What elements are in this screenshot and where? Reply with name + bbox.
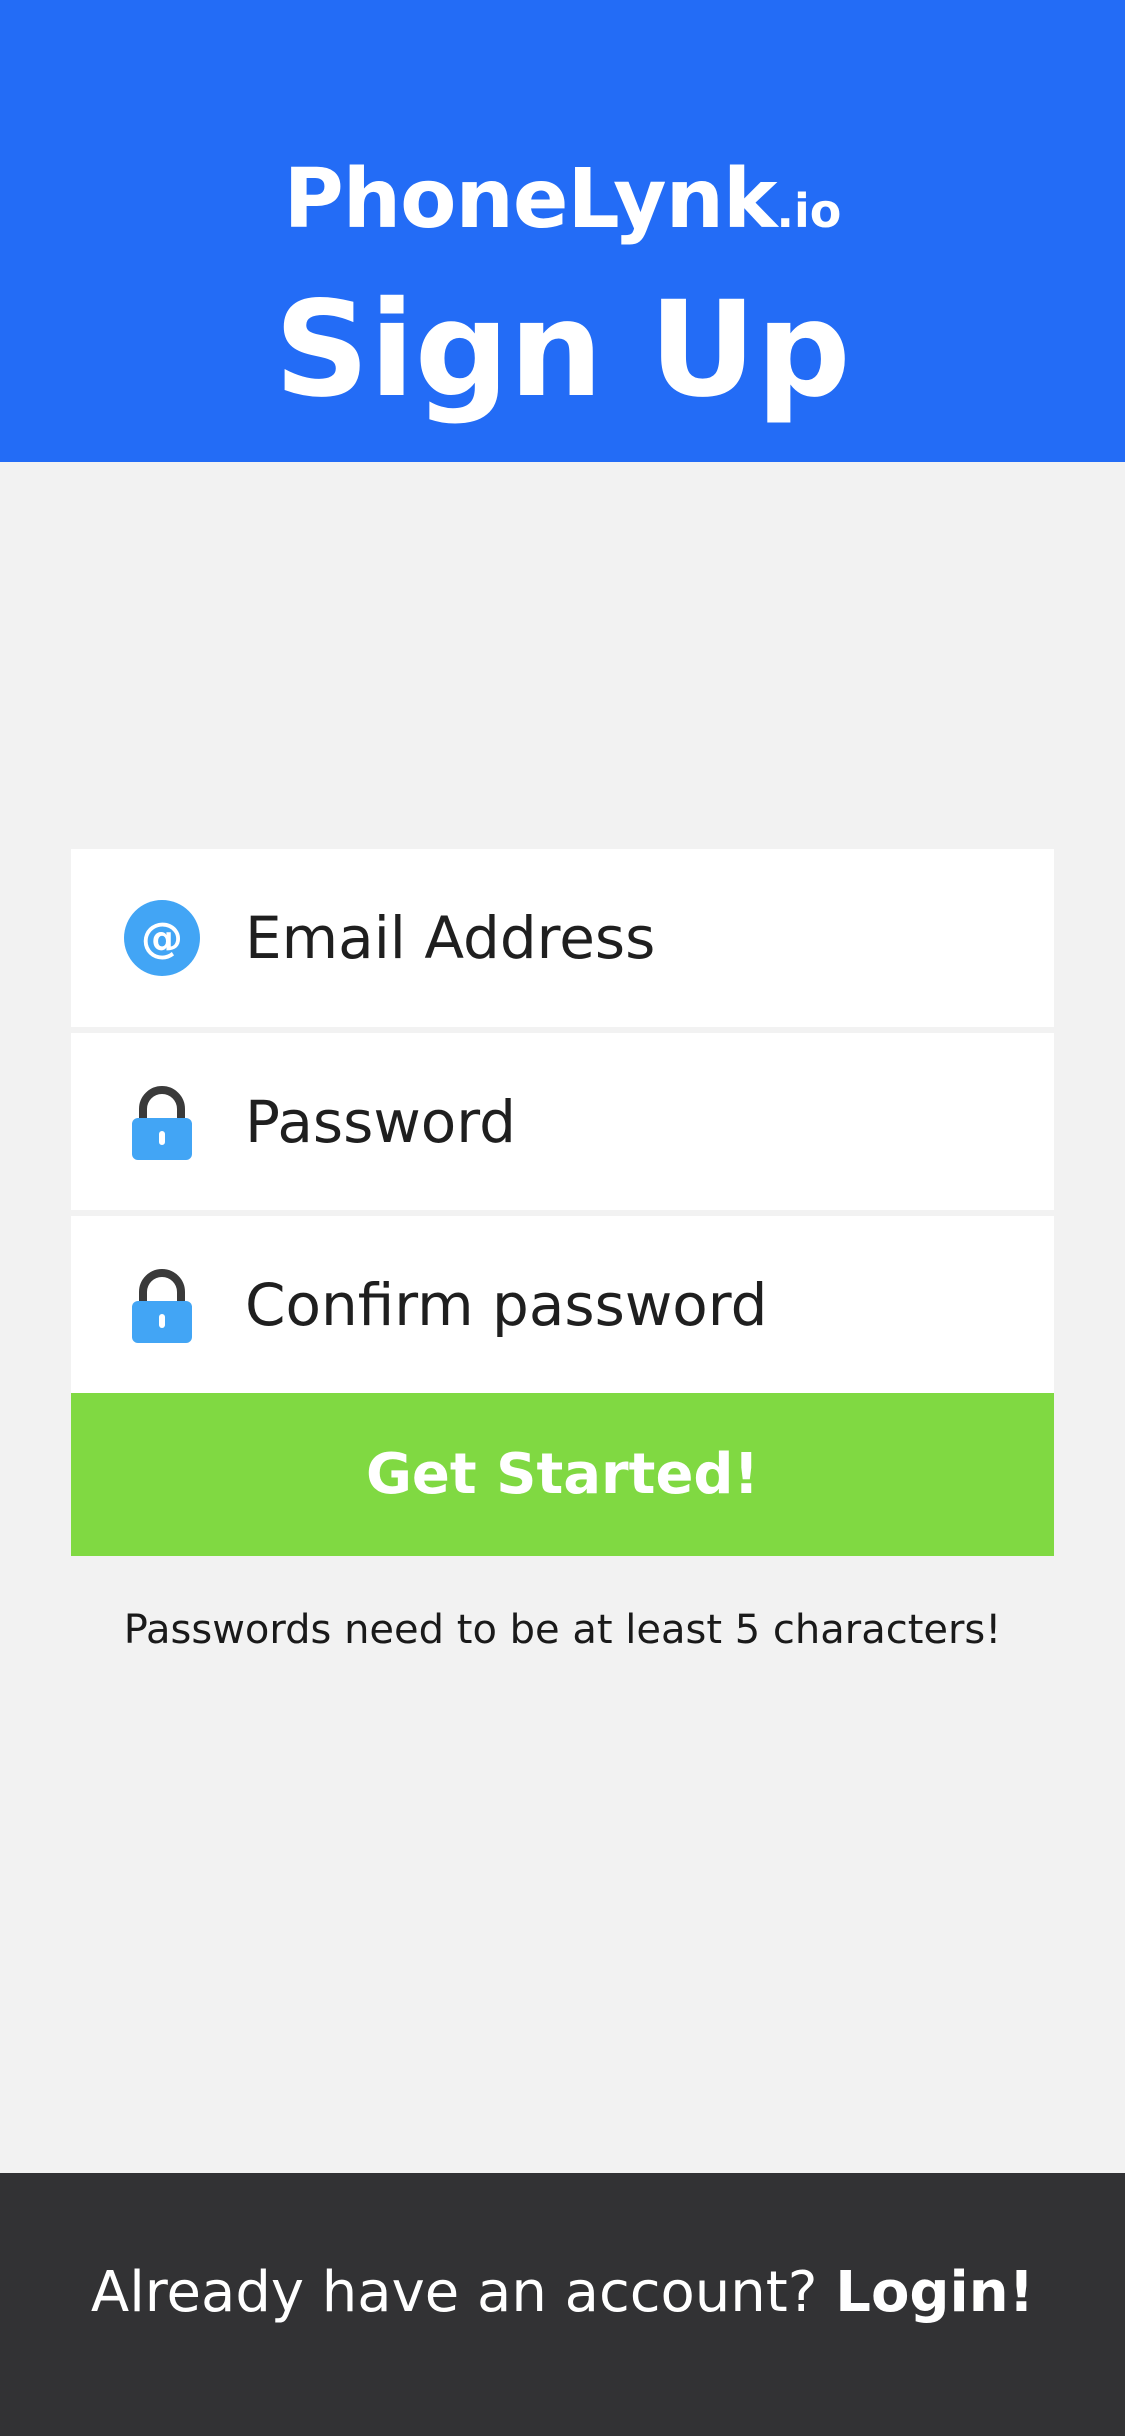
confirm-password-field[interactable] bbox=[71, 1216, 1054, 1393]
login-prompt: Already have an account? bbox=[90, 2260, 818, 2325]
footer-text: Already have an account? Login! bbox=[0, 2173, 1125, 2436]
password-field[interactable] bbox=[71, 1033, 1054, 1210]
logo-main: PhoneLynk bbox=[283, 152, 778, 247]
at-sign-icon: @ bbox=[124, 900, 200, 976]
get-started-button[interactable]: Get Started! bbox=[71, 1393, 1054, 1556]
email-input[interactable] bbox=[245, 849, 1025, 1027]
confirm-password-input[interactable] bbox=[245, 1216, 1025, 1393]
lock-icon bbox=[124, 1267, 200, 1343]
logo-suffix: .io bbox=[776, 184, 842, 238]
password-input[interactable] bbox=[245, 1033, 1025, 1210]
page-title: Sign Up bbox=[274, 273, 851, 427]
footer: Already have an account? Login! bbox=[0, 2173, 1125, 2436]
login-link[interactable]: Login! bbox=[835, 2260, 1034, 2325]
logo: PhoneLynk.io bbox=[0, 150, 1125, 261]
email-field[interactable]: @ bbox=[71, 849, 1054, 1027]
password-hint: Passwords need to be at least 5 characte… bbox=[123, 1607, 1002, 1653]
lock-icon bbox=[124, 1084, 200, 1160]
header: PhoneLynk.io Sign Up bbox=[0, 0, 1125, 462]
svg-text:@: @ bbox=[141, 913, 183, 962]
